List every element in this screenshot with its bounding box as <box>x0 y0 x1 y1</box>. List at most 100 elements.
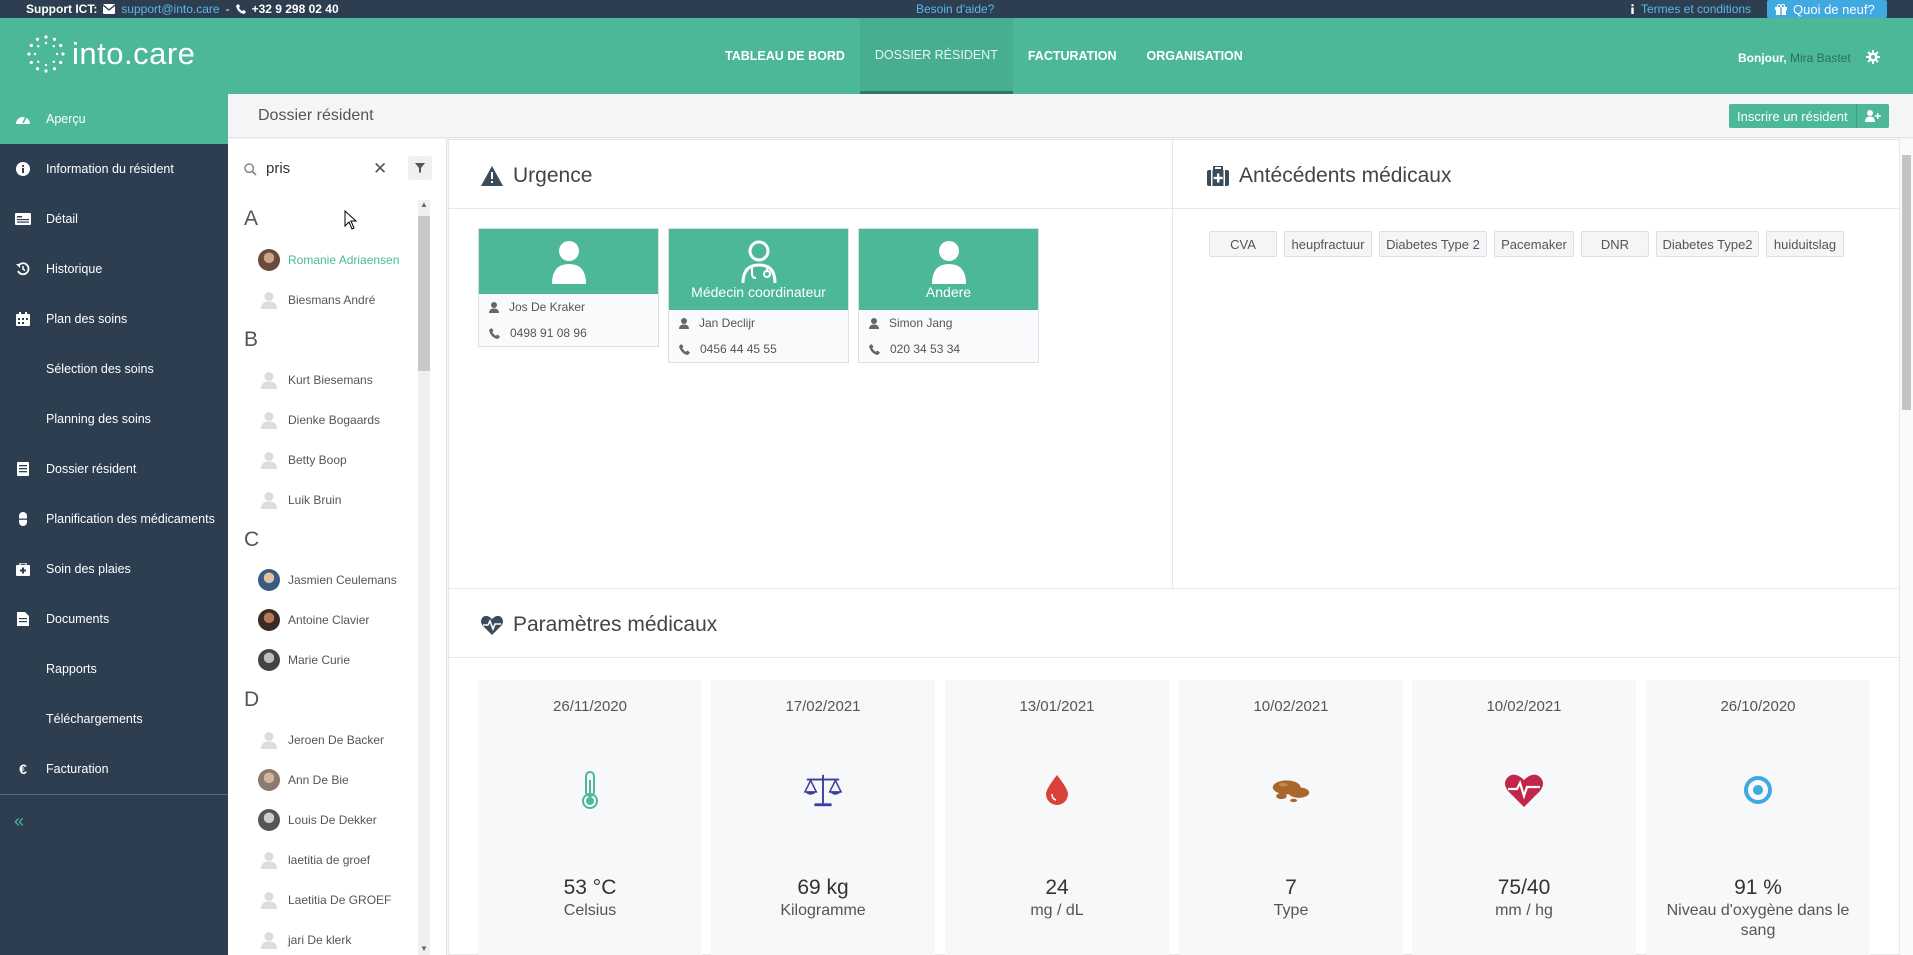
emergency-contact-card[interactable]: Médecin coordinateur Jan Declijr 0456 44… <box>668 228 849 363</box>
list-item[interactable]: Romanie Adriaensen <box>258 245 438 275</box>
sidebar-item-dossier-resident[interactable]: Dossier résident <box>0 444 228 494</box>
id-card-icon <box>0 213 46 225</box>
avatar <box>258 489 280 511</box>
sidebar-item-historique[interactable]: Historique <box>0 244 228 294</box>
history-tag[interactable]: heupfractuur <box>1284 231 1372 257</box>
list-item[interactable]: Luik Bruin <box>258 485 438 515</box>
user-icon <box>931 240 966 284</box>
sidebar-item-planning-des-soins[interactable]: Planning des soins <box>0 394 228 444</box>
resident-name: laetitia de groef <box>288 853 371 867</box>
main-scroll-thumb[interactable] <box>1902 155 1911 410</box>
help-link[interactable]: Besoin d'aide? <box>916 2 994 16</box>
parameter-card[interactable]: 26/10/2020 91 % Niveau d'oxygène dans le… <box>1646 680 1870 955</box>
nav-tableau-de-bord[interactable]: TABLEAU DE BORD <box>710 18 860 94</box>
sidebar-item-apercu[interactable]: Aperçu <box>0 94 228 144</box>
sidebar-item-selection-des-soins[interactable]: Sélection des soins <box>0 344 228 394</box>
whats-new-label: Quoi de neuf? <box>1793 1 1875 17</box>
gear-icon[interactable] <box>1866 50 1880 64</box>
list-item[interactable]: Kurt Biesemans <box>258 365 438 395</box>
history-tag[interactable]: Diabetes Type2 <box>1656 231 1759 257</box>
sidebar-item-facturation[interactable]: € Facturation <box>0 744 228 794</box>
resident-name: Biesmans André <box>288 293 376 307</box>
parameters-divider <box>449 657 1900 658</box>
resident-name: Luik Bruin <box>288 493 342 507</box>
parameter-card[interactable]: 10/02/2021 7 Type <box>1179 680 1403 955</box>
list-item[interactable]: Antoine Clavier <box>258 605 438 635</box>
resident-name: Jasmien Ceulemans <box>288 573 397 587</box>
avatar <box>258 609 280 631</box>
nav-organisation[interactable]: ORGANISATION <box>1132 18 1258 94</box>
nav-facturation[interactable]: FACTURATION <box>1013 18 1132 94</box>
support-separator: - <box>225 2 230 16</box>
sidebar-item-label: Sélection des soins <box>46 362 154 376</box>
support-email-link[interactable]: support@into.care <box>121 2 219 16</box>
dashboard-icon <box>0 113 46 125</box>
collapse-sidebar-icon[interactable]: « <box>14 811 24 832</box>
logo[interactable]: into.care <box>26 34 195 74</box>
parameter-card[interactable]: 26/11/2020 53 °C Celsius <box>478 680 702 955</box>
main-scrollbar[interactable] <box>1900 139 1913 955</box>
resident-name: Romanie Adriaensen <box>288 253 400 267</box>
sidebar-item-soin-des-plaies[interactable]: Soin des plaies <box>0 544 228 594</box>
nav-dossier-resident[interactable]: DOSSIER RÉSIDENT <box>859 18 1013 94</box>
terms-link[interactable]: Termes et conditions <box>1630 2 1751 16</box>
letter-heading: A <box>244 207 259 230</box>
avatar <box>258 449 280 471</box>
history-tag[interactable]: Diabetes Type 2 <box>1379 231 1487 257</box>
contact-name-row: Jos De Kraker <box>479 294 658 320</box>
register-resident-button[interactable]: Inscrire un résident <box>1729 104 1889 128</box>
first-aid-icon <box>0 562 46 576</box>
antecedents-heading: Antécédents médicaux <box>1207 164 1451 188</box>
list-item[interactable]: Biesmans André <box>258 285 438 315</box>
list-item[interactable]: Marie Curie <box>258 645 438 675</box>
filter-icon[interactable] <box>408 156 432 180</box>
terms-label: Termes et conditions <box>1641 2 1752 16</box>
greeting-label: Bonjour, <box>1738 51 1787 65</box>
avatar <box>258 249 280 271</box>
list-item[interactable]: Laetitia De GROEF <box>258 885 438 915</box>
parameter-card[interactable]: 10/02/2021 75/40 mm / hg <box>1412 680 1636 955</box>
parameter-card[interactable]: 17/02/2021 69 kg Kilogramme <box>711 680 935 955</box>
list-item[interactable]: Jeroen De Backer <box>258 725 438 755</box>
history-tag[interactable]: CVA <box>1209 231 1277 257</box>
avatar <box>258 289 280 311</box>
list-item[interactable]: Dienke Bogaards <box>258 405 438 435</box>
list-item[interactable]: Ann De Bie <box>258 765 438 795</box>
sidebar-item-label: Rapports <box>46 662 97 676</box>
history-tag[interactable]: huiduitslag <box>1766 231 1844 257</box>
whats-new-button[interactable]: Quoi de neuf? <box>1767 0 1887 18</box>
list-item[interactable]: jari De klerk <box>258 925 438 955</box>
list-item[interactable]: Betty Boop <box>258 445 438 475</box>
sidebar-item-medicaments[interactable]: Planification des médicaments <box>0 494 228 544</box>
close-icon[interactable]: ✕ <box>373 159 387 179</box>
scroll-down-icon[interactable]: ▼ <box>418 944 430 955</box>
history-tag[interactable]: Pacemaker <box>1494 231 1574 257</box>
resident-search: ✕ <box>228 139 446 199</box>
parameter-card[interactable]: 13/01/2021 24 mg / dL <box>945 680 1169 955</box>
parameter-date: 17/02/2021 <box>785 698 861 715</box>
user-greeting[interactable]: Bonjour, Mira Bastet <box>1738 51 1851 65</box>
sidebar-item-detail[interactable]: Détail <box>0 194 228 244</box>
emergency-contact-card[interactable]: Andere Simon Jang 020 34 53 34 <box>858 228 1039 363</box>
emergency-contact-card[interactable]: Jos De Kraker 0498 91 08 96 <box>478 228 659 347</box>
info-icon <box>0 162 46 176</box>
list-item[interactable]: laetitia de groef <box>258 845 438 875</box>
sidebar-item-documents[interactable]: Documents <box>0 594 228 644</box>
resident-list-scroll-thumb[interactable] <box>418 216 430 371</box>
avatar <box>258 809 280 831</box>
user-small-icon <box>869 317 879 329</box>
sidebar-item-telechargements[interactable]: Téléchargements <box>0 694 228 744</box>
sidebar-item-rapports[interactable]: Rapports <box>0 644 228 694</box>
list-item[interactable]: Louis De Dekker <box>258 805 438 835</box>
history-tag[interactable]: DNR <box>1581 231 1649 257</box>
contact-phone-row: 020 34 53 34 <box>859 336 1038 362</box>
sidebar-item-information[interactable]: Information du résident <box>0 144 228 194</box>
sidebar-item-plan-des-soins[interactable]: Plan des soins <box>0 294 228 344</box>
parameter-date: 13/01/2021 <box>1019 698 1095 715</box>
parameter-value: 75/40 <box>1497 876 1551 899</box>
search-input[interactable] <box>266 153 366 183</box>
scroll-up-icon[interactable]: ▲ <box>418 200 430 212</box>
phone-icon <box>679 343 690 355</box>
app-header: into.care TABLEAU DE BORD DOSSIER RÉSIDE… <box>0 18 1913 94</box>
list-item[interactable]: Jasmien Ceulemans <box>258 565 438 595</box>
